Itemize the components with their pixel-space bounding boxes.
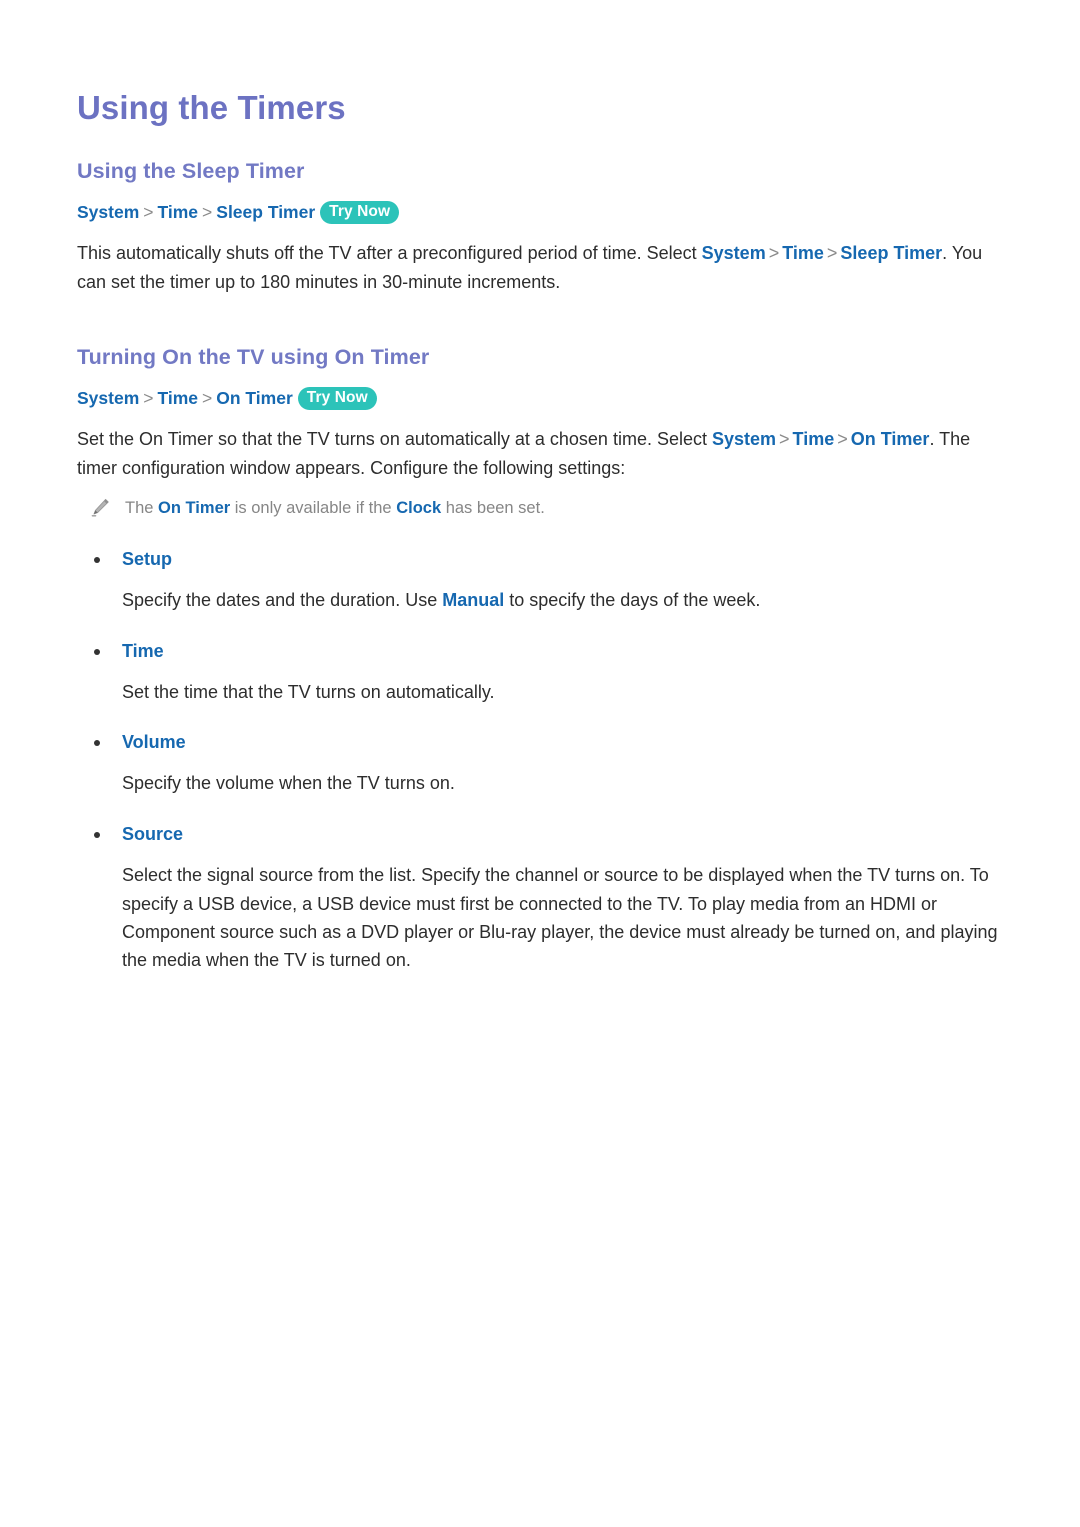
list-item: Time Set the time that the TV turns on a…	[77, 639, 1007, 707]
breadcrumb-item-system[interactable]: System	[77, 388, 139, 408]
section-heading-sleep-timer: Using the Sleep Timer	[77, 159, 305, 183]
page-title: Using the Timers	[77, 89, 346, 127]
breadcrumb-item-time[interactable]: Time	[158, 388, 199, 408]
bullet-desc-text: Select the signal source from the list. …	[122, 865, 998, 971]
breadcrumb-on-timer: System > Time > On Timer Try Now	[77, 385, 1007, 412]
breadcrumb-separator: >	[143, 388, 154, 408]
breadcrumb-item-system[interactable]: System	[77, 202, 139, 222]
settings-bullet-list: Setup Specify the dates and the duration…	[77, 547, 1007, 975]
note-text-pre: The	[125, 499, 159, 518]
note-on-timer-clock: The On Timer is only available if the Cl…	[77, 496, 1007, 521]
try-now-badge[interactable]: Try Now	[320, 200, 400, 225]
bullet-desc-text: Specify the volume when the TV turns on.	[122, 773, 455, 794]
pencil-icon	[89, 497, 111, 519]
inline-separator: >	[779, 429, 790, 450]
inline-separator: >	[837, 429, 848, 450]
try-now-badge[interactable]: Try Now	[297, 387, 377, 411]
breadcrumb-item-on-timer[interactable]: On Timer	[216, 388, 293, 408]
bullet-desc-text: Specify the dates and the duration. Use	[122, 590, 443, 611]
note-text-mid: is only available if the	[230, 499, 397, 518]
inline-link-manual[interactable]: Manual	[442, 590, 504, 610]
breadcrumb-separator: >	[202, 388, 213, 408]
bullet-desc-source: Select the signal source from the list. …	[77, 861, 1007, 975]
document-content: Using the Sleep Timer System > Time > Sleep …	[77, 158, 1007, 975]
inline-link-sleep-timer[interactable]: Sleep Timer	[840, 243, 942, 263]
bullet-desc-setup: Specify the dates and the duration. Use …	[77, 586, 1007, 614]
note-link-on-timer[interactable]: On Timer	[158, 499, 230, 517]
breadcrumb-item-time[interactable]: Time	[158, 202, 199, 222]
list-item: Source Select the signal source from the…	[77, 822, 1007, 975]
paragraph-text: Set the On Timer so that the TV turns on…	[77, 429, 712, 450]
paragraph-sleep-timer: This automatically shuts off the TV afte…	[77, 239, 1007, 296]
inline-link-system[interactable]: System	[712, 429, 776, 449]
bullet-label-source[interactable]: Source	[77, 822, 1007, 847]
bullet-desc-text: Set the time that the TV turns on automa…	[122, 681, 495, 702]
inline-separator: >	[826, 243, 838, 264]
note-text-post: has been set.	[441, 499, 545, 518]
inline-link-time[interactable]: Time	[782, 243, 824, 263]
paragraph-text: This automatically shuts off the TV afte…	[77, 243, 702, 264]
bullet-label-volume[interactable]: Volume	[77, 730, 1007, 755]
bullet-desc-volume: Specify the volume when the TV turns on.	[77, 769, 1007, 797]
bullet-label-setup[interactable]: Setup	[77, 547, 1007, 572]
breadcrumb-sleep-timer: System > Time > Sleep Timer Try Now	[77, 199, 1007, 226]
section-heading-on-timer: Turning On the TV using On Timer	[77, 345, 430, 370]
bullet-label-time[interactable]: Time	[77, 639, 1007, 664]
inline-separator: >	[768, 243, 780, 264]
breadcrumb-separator: >	[143, 201, 154, 222]
list-item: Setup Specify the dates and the duration…	[77, 547, 1007, 615]
note-link-clock[interactable]: Clock	[396, 499, 441, 517]
section-sleep-timer: Using the Sleep Timer System > Time > Sleep …	[77, 158, 1007, 296]
list-item: Volume Specify the volume when the TV tu…	[77, 730, 1007, 798]
breadcrumb-separator: >	[202, 201, 213, 222]
bullet-desc-text-tail: to specify the days of the week.	[504, 590, 761, 611]
paragraph-on-timer: Set the On Timer so that the TV turns on…	[77, 425, 1007, 482]
bullet-desc-time: Set the time that the TV turns on automa…	[77, 678, 1007, 706]
breadcrumb-item-sleep-timer[interactable]: Sleep Timer	[216, 202, 315, 222]
inline-link-time[interactable]: Time	[793, 429, 835, 449]
inline-link-system[interactable]: System	[702, 243, 766, 263]
section-on-timer: Turning On the TV using On Timer System >…	[77, 344, 1007, 975]
inline-link-on-timer[interactable]: On Timer	[851, 429, 930, 449]
